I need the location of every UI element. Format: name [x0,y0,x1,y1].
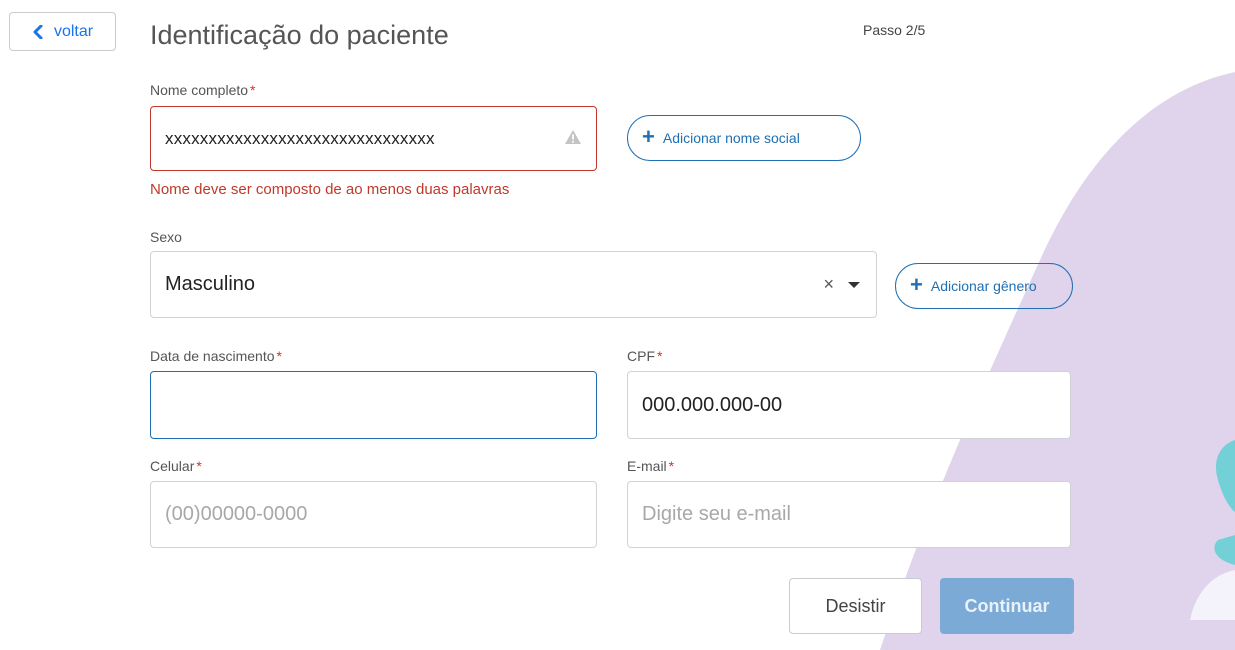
back-button[interactable]: voltar [9,12,116,51]
add-social-name-label: Adicionar nome social [662,130,800,146]
cpf-input[interactable]: 000.000.000-00 [627,371,1071,439]
email-label: E-mail * [627,458,675,474]
cpf-value: 000.000.000-00 [642,393,783,416]
birthdate-label: Data de nascimento * [150,348,282,364]
cancel-button[interactable]: Desistir [789,578,922,634]
page-title: Identificação do paciente [150,20,449,50]
chevron-left-icon [33,24,43,39]
name-label: Nome completo * [150,82,256,98]
step-indicator: Passo 2/5 [863,22,926,38]
clear-icon[interactable]: × [823,274,834,295]
full-name-input[interactable]: xxxxxxxxxxxxxxxxxxxxxxxxxxxxxxx [150,106,597,171]
add-gender-button[interactable]: + Adicionar gênero [895,263,1073,309]
birthdate-input[interactable] [150,371,597,439]
add-gender-label: Adicionar gênero [930,278,1037,294]
email-input[interactable]: Digite seu e-mail [627,481,1071,548]
sex-select[interactable]: Masculino × [150,251,877,318]
sex-label: Sexo [150,229,182,245]
full-name-value: xxxxxxxxxxxxxxxxxxxxxxxxxxxxxxx [165,128,435,148]
phone-input[interactable]: (00)00000-0000 [150,481,597,548]
plus-icon: + [642,124,655,149]
plus-icon: + [910,272,923,297]
email-placeholder: Digite seu e-mail [642,503,791,525]
add-social-name-button[interactable]: + Adicionar nome social [627,115,861,161]
warning-icon [565,130,581,144]
back-label: voltar [53,22,94,40]
sex-value: Masculino [165,273,256,295]
continue-button[interactable]: Continuar [940,578,1074,634]
cpf-label: CPF * [627,348,663,364]
phone-label: Celular * [150,458,202,474]
name-error-message: Nome deve ser composto de ao menos duas … [150,181,510,198]
phone-placeholder: (00)00000-0000 [165,503,308,525]
chevron-down-icon[interactable] [848,281,860,288]
